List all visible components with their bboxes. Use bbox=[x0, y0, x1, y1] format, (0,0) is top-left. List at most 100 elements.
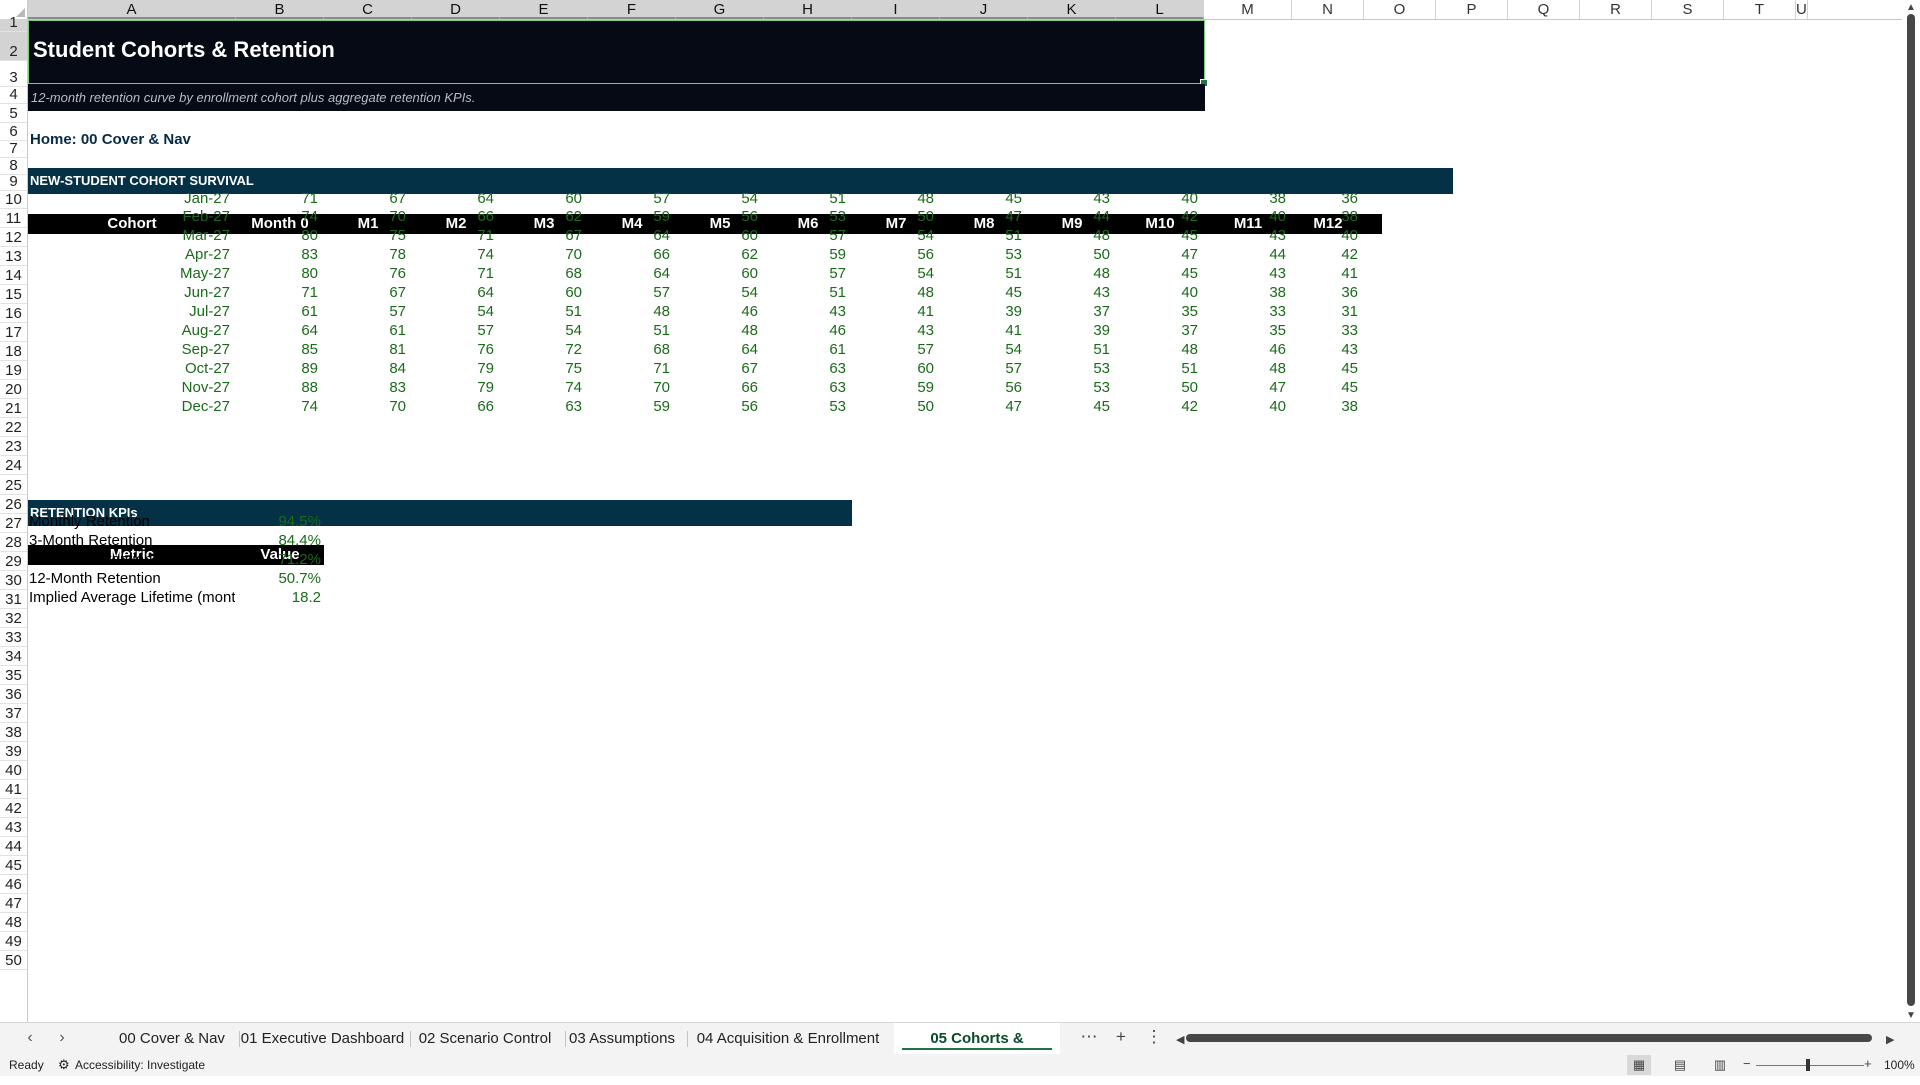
column-header-N[interactable]: N bbox=[1292, 0, 1364, 19]
row-header-10[interactable]: 10 bbox=[0, 191, 27, 209]
cohort-value[interactable]: 51 bbox=[940, 264, 1022, 283]
cohort-value[interactable]: 62 bbox=[500, 207, 582, 226]
column-header-P[interactable]: P bbox=[1436, 0, 1508, 19]
cohort-value[interactable]: 63 bbox=[500, 397, 582, 416]
row-header-39[interactable]: 39 bbox=[0, 742, 27, 761]
home-link[interactable]: Home: 00 Cover & Nav bbox=[30, 131, 191, 148]
row-header-3[interactable]: 3 bbox=[0, 61, 27, 87]
title-band[interactable]: Student Cohorts & Retention bbox=[28, 20, 1208, 87]
cohort-value[interactable]: 40 bbox=[1292, 226, 1358, 245]
cohort-value[interactable]: 57 bbox=[588, 189, 670, 208]
cohort-value[interactable]: 48 bbox=[1116, 340, 1198, 359]
cohort-value[interactable]: 64 bbox=[236, 321, 318, 340]
cohort-label[interactable]: Jul-27 bbox=[28, 302, 230, 321]
row-header-29[interactable]: 29 bbox=[0, 552, 27, 571]
cohort-value[interactable]: 72 bbox=[500, 340, 582, 359]
cohort-value[interactable]: 67 bbox=[500, 226, 582, 245]
row-header-9[interactable]: 9 bbox=[0, 173, 27, 191]
cohort-value[interactable]: 46 bbox=[764, 321, 846, 340]
column-header-S[interactable]: S bbox=[1652, 0, 1724, 19]
column-header-D[interactable]: D bbox=[412, 0, 500, 19]
row-header-40[interactable]: 40 bbox=[0, 761, 27, 780]
row-header-15[interactable]: 15 bbox=[0, 285, 27, 304]
row-header-47[interactable]: 47 bbox=[0, 894, 27, 913]
cohort-value[interactable]: 59 bbox=[764, 245, 846, 264]
cohort-value[interactable]: 41 bbox=[1292, 264, 1358, 283]
sheet-tab[interactable]: 03 Assumptions bbox=[566, 1023, 678, 1054]
column-header-E[interactable]: E bbox=[500, 0, 588, 19]
cohort-value[interactable]: 45 bbox=[1116, 264, 1198, 283]
kpi-metric-label[interactable]: 3-Month Retention bbox=[29, 531, 235, 550]
cohort-value[interactable]: 47 bbox=[940, 397, 1022, 416]
cohort-value[interactable]: 75 bbox=[324, 226, 406, 245]
add-sheet-icon[interactable]: + bbox=[1110, 1027, 1132, 1047]
column-header-Q[interactable]: Q bbox=[1508, 0, 1580, 19]
kpi-value[interactable]: 84.4% bbox=[236, 531, 321, 550]
cohort-value[interactable]: 81 bbox=[324, 340, 406, 359]
cohort-value[interactable]: 61 bbox=[236, 302, 318, 321]
row-header-41[interactable]: 41 bbox=[0, 780, 27, 799]
cohort-value[interactable]: 48 bbox=[1028, 264, 1110, 283]
row-header-20[interactable]: 20 bbox=[0, 380, 27, 399]
cohort-value[interactable]: 74 bbox=[500, 378, 582, 397]
column-header-R[interactable]: R bbox=[1580, 0, 1652, 19]
cohort-value[interactable]: 66 bbox=[412, 207, 494, 226]
cohort-value[interactable]: 54 bbox=[412, 302, 494, 321]
cohort-value[interactable]: 42 bbox=[1116, 397, 1198, 416]
column-header-M[interactable]: M bbox=[1204, 0, 1292, 19]
horizontal-scrollbar[interactable]: ◀ ▶ bbox=[1176, 1033, 1896, 1046]
kpi-metric-label[interactable]: 12-Month Retention bbox=[29, 569, 235, 588]
cohort-value[interactable]: 39 bbox=[1028, 321, 1110, 340]
cohort-value[interactable]: 54 bbox=[676, 189, 758, 208]
cohort-value[interactable]: 44 bbox=[1204, 245, 1286, 264]
cohort-value[interactable]: 38 bbox=[1204, 189, 1286, 208]
cohort-value[interactable]: 46 bbox=[1204, 340, 1286, 359]
cohort-value[interactable]: 71 bbox=[412, 226, 494, 245]
cohort-value[interactable]: 60 bbox=[500, 283, 582, 302]
cohort-value[interactable]: 53 bbox=[1028, 378, 1110, 397]
cohort-label[interactable]: Oct-27 bbox=[28, 359, 230, 378]
cohort-value[interactable]: 80 bbox=[236, 226, 318, 245]
row-header-49[interactable]: 49 bbox=[0, 932, 27, 951]
sheet-tab[interactable]: 01 Executive Dashboard bbox=[240, 1023, 405, 1054]
column-header-C[interactable]: C bbox=[324, 0, 412, 19]
cohort-value[interactable]: 51 bbox=[1028, 340, 1110, 359]
cohort-value[interactable]: 36 bbox=[1292, 283, 1358, 302]
column-header-B[interactable]: B bbox=[236, 0, 324, 19]
cohort-value[interactable]: 47 bbox=[1204, 378, 1286, 397]
row-header-48[interactable]: 48 bbox=[0, 913, 27, 932]
cohort-value[interactable]: 79 bbox=[412, 359, 494, 378]
kpi-value[interactable]: 50.7% bbox=[236, 569, 321, 588]
cohort-value[interactable]: 64 bbox=[676, 340, 758, 359]
cohort-value[interactable]: 57 bbox=[852, 340, 934, 359]
row-header-2[interactable]: 2 bbox=[0, 32, 27, 61]
cohort-value[interactable]: 57 bbox=[940, 359, 1022, 378]
cohort-value[interactable]: 51 bbox=[764, 283, 846, 302]
cohort-value[interactable]: 51 bbox=[588, 321, 670, 340]
row-header-24[interactable]: 24 bbox=[0, 456, 27, 475]
cohort-value[interactable]: 35 bbox=[1116, 302, 1198, 321]
cohort-value[interactable]: 56 bbox=[940, 378, 1022, 397]
cohort-value[interactable]: 56 bbox=[852, 245, 934, 264]
spreadsheet-area[interactable]: ABCDEFGHIJKLMNOPQRSTU 1 2 3 4 5 6 7 8 9 10 11 12 13 1… bbox=[0, 0, 1920, 1022]
cohort-value[interactable]: 57 bbox=[412, 321, 494, 340]
row-header-1[interactable]: 1 bbox=[0, 14, 27, 32]
cohort-value[interactable]: 43 bbox=[1292, 340, 1358, 359]
kpi-value[interactable]: 94.5% bbox=[236, 512, 321, 531]
cohort-value[interactable]: 71 bbox=[588, 359, 670, 378]
column-header-L[interactable]: L bbox=[1116, 0, 1204, 19]
row-header-21[interactable]: 21 bbox=[0, 399, 27, 418]
cohort-value[interactable]: 63 bbox=[764, 359, 846, 378]
cohort-value[interactable]: 48 bbox=[676, 321, 758, 340]
cohort-value[interactable]: 67 bbox=[324, 283, 406, 302]
cohort-value[interactable]: 53 bbox=[940, 245, 1022, 264]
cohort-value[interactable]: 50 bbox=[1028, 245, 1110, 264]
cohort-value[interactable]: 50 bbox=[852, 207, 934, 226]
cohort-value[interactable]: 68 bbox=[500, 264, 582, 283]
cohort-value[interactable]: 43 bbox=[1028, 283, 1110, 302]
cohort-label[interactable]: May-27 bbox=[28, 264, 230, 283]
row-header-28[interactable]: 28 bbox=[0, 533, 27, 552]
column-header-G[interactable]: G bbox=[676, 0, 764, 19]
cohort-value[interactable]: 48 bbox=[852, 189, 934, 208]
scroll-right-arrow-icon[interactable]: ▶ bbox=[1886, 1033, 1894, 1046]
